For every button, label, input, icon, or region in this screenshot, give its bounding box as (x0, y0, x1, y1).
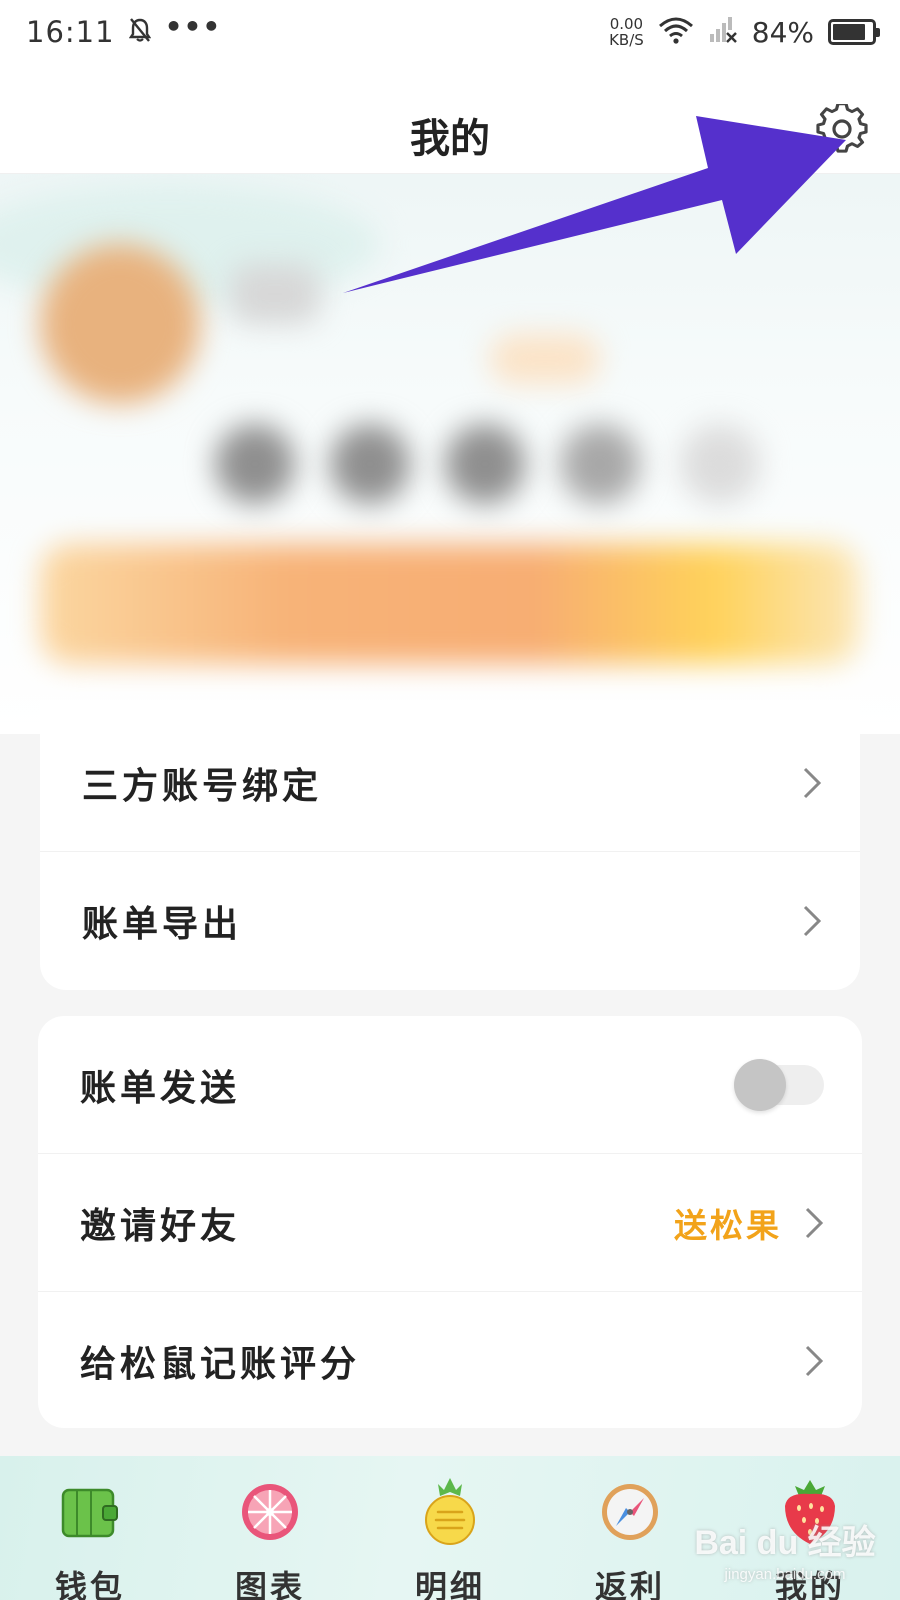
toggle-knob (734, 1058, 786, 1111)
gear-icon (816, 102, 868, 160)
status-bar: 16:11 ••• 0.00 KB/S 84% (0, 0, 900, 64)
battery-icon (828, 19, 880, 45)
profile-stat-blurred (330, 424, 410, 504)
nav-item-wallet[interactable]: 钱包 (15, 1476, 165, 1600)
watermark-url: jingyan.baidu.com (724, 1566, 846, 1583)
menu-item-label: 给松鼠记账评分 (80, 1343, 361, 1385)
nav-label: 钱包 (54, 1568, 125, 1600)
avatar[interactable] (40, 244, 200, 404)
chevron-right-icon (802, 904, 822, 938)
net-speed-unit: KB/S (609, 31, 644, 49)
nav-label: 图表 (234, 1568, 305, 1600)
menu-item-rate-app[interactable]: 给松鼠记账评分 (38, 1292, 862, 1428)
watermark-logo: Bai du 经验 (694, 1524, 876, 1562)
menu-item-label: 账单导出 (82, 903, 243, 945)
profile-stat-blurred (215, 424, 295, 504)
profile-stat-blurred (680, 424, 760, 504)
more-dots-icon: ••• (164, 10, 222, 43)
nav-item-details[interactable]: 明细 (375, 1476, 525, 1600)
nav-label: 明细 (414, 1568, 485, 1600)
menu-item-label: 三方账号绑定 (82, 764, 323, 807)
menu-item-bill-send: 账单发送 (38, 1016, 862, 1154)
bill-send-toggle[interactable] (734, 1058, 824, 1111)
nav-item-chart[interactable]: 图表 (195, 1476, 345, 1600)
menu-card-2: 账单发送 邀请好友 送松果 给松鼠记账评分 (38, 1016, 862, 1428)
status-time: 16:11 (26, 15, 115, 49)
pineapple-icon (414, 1476, 486, 1548)
settings-button[interactable] (814, 102, 870, 160)
menu-item-third-party-binding[interactable]: 三方账号绑定 (40, 700, 860, 852)
cellular-signal-icon (708, 16, 738, 48)
status-left: 16:11 ••• (26, 10, 222, 50)
invite-reward-text: 送松果 (674, 1205, 782, 1245)
battery-fill (833, 24, 865, 40)
chevron-right-icon (802, 766, 822, 800)
status-right: 0.00 KB/S 84% (609, 15, 880, 49)
menu-card-1: 三方账号绑定 账单导出 (40, 700, 860, 990)
profile-stat-blurred (560, 424, 640, 504)
baidu-watermark: Bai du 经验 jingyan.baidu.com (680, 1515, 890, 1583)
profile-tag-blurred (490, 334, 600, 384)
menu-item-label: 邀请好友 (80, 1204, 241, 1247)
menu-item-invite-friends[interactable]: 邀请好友 送松果 (38, 1154, 862, 1292)
profile-banner-blurred[interactable] (40, 544, 860, 664)
chevron-right-icon (804, 1344, 824, 1378)
page-title: 我的 (410, 115, 490, 162)
chevron-right-icon (804, 1206, 824, 1240)
profile-area-blurred (0, 174, 900, 734)
bell-muted-icon (128, 17, 151, 47)
menu-item-bill-export[interactable]: 账单导出 (40, 852, 860, 990)
nav-label: 返利 (594, 1568, 665, 1600)
battery-percent: 84% (751, 15, 814, 49)
network-speed: 0.00 KB/S (609, 16, 644, 48)
grapefruit-chart-icon (234, 1476, 306, 1548)
wifi-icon (658, 16, 694, 48)
profile-stat-blurred (445, 424, 525, 504)
net-speed-value: 0.00 (609, 15, 644, 33)
profile-name-blurred (230, 264, 320, 324)
wallet-icon (54, 1476, 126, 1548)
menu-item-label: 账单发送 (80, 1066, 241, 1109)
compass-icon (594, 1476, 666, 1548)
page-header: 我的 (0, 64, 900, 174)
